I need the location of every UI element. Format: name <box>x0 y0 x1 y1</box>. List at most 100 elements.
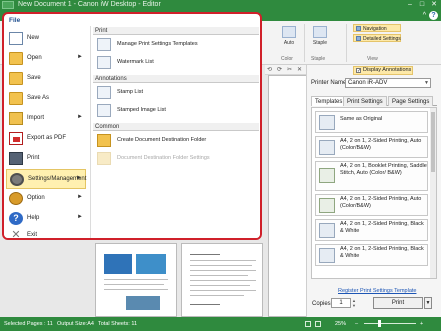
chevron-down-icon: ▼ <box>424 80 429 86</box>
template-item[interactable]: A4, 2 on 1, 2-Sided Printing, Black & Wh… <box>315 219 428 241</box>
collapse-ribbon-icon[interactable]: ^ <box>423 11 426 20</box>
manage-print-settings-templates-command[interactable]: Manage Print Settings Templates <box>95 37 255 53</box>
template-item[interactable]: A4, 2 on 1, Booklet Printing, Saddle Sti… <box>315 161 428 191</box>
document-page[interactable] <box>268 75 306 317</box>
register-template-link[interactable]: Register Print Settings Template <box>338 288 416 294</box>
template-icon <box>319 115 335 130</box>
template-list-scrollbar[interactable] <box>430 108 436 278</box>
staple-button[interactable]: Staple <box>307 26 333 46</box>
menu-item-new[interactable]: New <box>6 29 86 49</box>
zoom-in-button[interactable]: + <box>420 317 423 331</box>
menu-item-import[interactable]: Import ► <box>6 109 86 129</box>
text-line <box>190 290 256 291</box>
submenu-arrow-icon: ► <box>77 54 83 60</box>
template-icon <box>319 168 335 183</box>
exit-icon: ✕ <box>11 229 21 240</box>
delete-icon[interactable]: ✕ <box>297 66 302 73</box>
stamp-list-command[interactable]: Stamp List <box>95 85 255 101</box>
color-group-label: Color <box>281 56 293 62</box>
view-mode-icon[interactable] <box>305 321 311 327</box>
folder-settings-icon <box>97 152 111 165</box>
print-button[interactable]: Print <box>373 297 423 309</box>
print-section-header: Print <box>93 27 259 35</box>
menu-item-label: Save <box>27 75 41 81</box>
copies-stepper[interactable]: ▲ ▼ <box>352 298 357 308</box>
copies-input[interactable]: 1 <box>331 298 351 308</box>
template-item[interactable]: Same as Original <box>315 111 428 133</box>
zoom-slider-knob[interactable] <box>378 320 381 327</box>
menu-item-option[interactable]: Option ► <box>6 189 86 209</box>
template-label: A4, 2 on 1, Booklet Printing, Saddle Sti… <box>340 163 427 176</box>
zoom-slider[interactable] <box>364 323 416 324</box>
document-page[interactable] <box>95 243 177 317</box>
tab-templates[interactable]: Templates <box>311 96 347 106</box>
color-auto-button[interactable]: Auto <box>278 26 300 46</box>
watermark-icon <box>97 56 111 69</box>
printer-name-value: Canon iR-ADV <box>348 80 388 86</box>
detailed-settings-toggle[interactable]: Detailed Settings <box>353 34 401 42</box>
text-line <box>190 295 244 296</box>
settings-tabs: Templates Print Settings Page Settings <box>311 96 437 106</box>
command-label: Create Document Destination Folder <box>117 137 207 143</box>
text-line <box>104 284 164 285</box>
print-button-label: Print <box>391 300 405 306</box>
document-page[interactable] <box>181 243 263 317</box>
menu-item-label: Print <box>27 155 40 161</box>
menu-item-open[interactable]: Open ► <box>6 49 86 69</box>
quick-access-icon[interactable] <box>2 1 14 9</box>
close-button[interactable]: ✕ <box>429 0 439 10</box>
menu-item-export-pdf[interactable]: Export as PDF <box>6 129 86 149</box>
tab-page-settings[interactable]: Page Settings <box>388 96 434 106</box>
menu-item-save-as[interactable]: Save As <box>6 89 86 109</box>
tab-print-settings[interactable]: Print Settings <box>343 96 387 106</box>
menu-item-settings-management[interactable]: Settings/Management ► <box>6 169 86 189</box>
menu-item-label: Help <box>27 215 40 221</box>
gear-icon <box>10 173 24 186</box>
new-document-icon <box>9 32 23 45</box>
template-item[interactable]: A4, 2 on 1, 2-Sided Printing, Auto (Colo… <box>315 194 428 216</box>
staple-icon <box>313 26 327 38</box>
text-line <box>104 289 168 290</box>
redo-icon[interactable]: ⟳ <box>277 66 282 73</box>
template-item[interactable]: A4, 2 on 1, 2-Sided Printing, Auto (Colo… <box>315 136 428 158</box>
mini-toolbar: ⟲ ⟳ ✂ ✕ <box>265 65 309 75</box>
submenu-arrow-icon: ► <box>77 214 83 220</box>
text-line <box>190 275 248 276</box>
pdf-icon <box>9 132 23 145</box>
cut-icon[interactable]: ✂ <box>287 66 292 73</box>
template-label: A4, 2 on 1, 2-Sided Printing, Auto (Colo… <box>340 196 422 209</box>
text-line <box>190 285 250 286</box>
zoom-out-button[interactable]: – <box>355 317 358 331</box>
menu-item-label: Save As <box>27 95 50 101</box>
submenu-arrow-icon: ► <box>77 114 83 120</box>
menu-item-save[interactable]: Save <box>6 69 86 89</box>
destination-folder-settings-command[interactable]: Document Destination Folder Settings <box>95 151 255 167</box>
create-destination-folder-command[interactable]: Create Document Destination Folder <box>95 133 255 149</box>
file-menu: File New Open ► Save Save As Import ► Ex… <box>2 12 262 240</box>
navigation-toggle[interactable]: Navigation <box>353 24 401 32</box>
menu-item-label: New <box>27 35 40 41</box>
maximize-button[interactable]: □ <box>417 0 427 10</box>
command-label: Manage Print Settings Templates <box>117 41 198 47</box>
text-line <box>190 304 220 305</box>
print-dropdown-button[interactable]: ▼ <box>424 297 432 309</box>
help-icon[interactable]: ? <box>429 11 438 20</box>
display-annotations-toggle[interactable]: ✓ Display Annotations <box>353 66 413 75</box>
view-mode-icon[interactable] <box>315 321 321 327</box>
printer-name-select[interactable]: Canon iR-ADV ▼ <box>345 78 431 88</box>
menu-item-exit[interactable]: ✕ Exit <box>6 226 86 240</box>
stamped-image-list-command[interactable]: Stamped Image List <box>95 103 255 119</box>
command-label: Stamped Image List <box>117 107 166 113</box>
menu-item-print[interactable]: Print <box>6 149 86 169</box>
undo-icon[interactable]: ⟲ <box>267 66 272 73</box>
menu-item-label: Import <box>27 115 45 121</box>
output-size-status: Output Size:A4 <box>57 321 94 327</box>
folder-add-icon <box>97 134 111 147</box>
scrollbar-thumb[interactable] <box>431 112 435 172</box>
menu-item-label: Option <box>27 195 45 201</box>
watermark-list-command[interactable]: Watermark List <box>95 55 255 71</box>
page-image <box>136 254 166 274</box>
template-item[interactable]: A4, 2 on 1, 2-Sided Printing, Black & Wh… <box>315 244 428 266</box>
minimize-button[interactable]: – <box>405 0 415 10</box>
status-bar: Selected Pages : 11 Output Size:A4 Total… <box>0 317 441 331</box>
